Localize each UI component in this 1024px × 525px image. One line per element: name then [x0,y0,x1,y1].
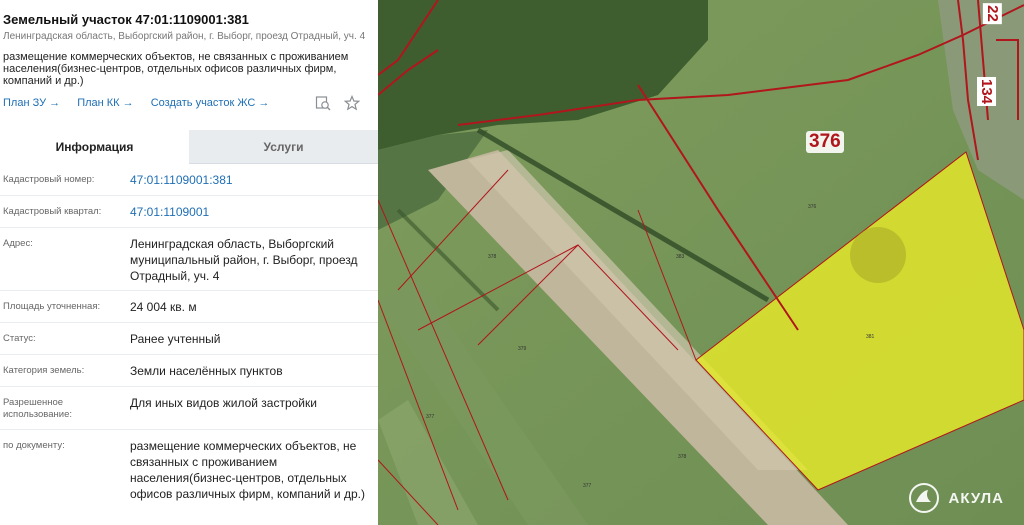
info-panel: Земельный участок 47:01:1109001:381 Лени… [0,0,379,525]
parcel-label-134: 134 [977,76,997,107]
table-row: Адрес: Ленинградская область, Выборгский… [0,228,378,291]
svg-text:381: 381 [866,334,875,340]
watermark-text: АКУЛА [948,489,1004,507]
parcel-address-short: Ленинградская область, Выборгский район,… [3,31,366,42]
svg-text:379: 379 [518,346,527,352]
row-label: по документу: [3,440,65,451]
properties-table: Кадастровый номер: 47:01:1109001:381 Кад… [0,164,378,525]
parcel-purpose: размещение коммерческих объектов, не свя… [3,51,349,87]
row-label: Кадастровый номер: [3,174,95,185]
svg-text:383: 383 [676,254,685,260]
parcel-label-22: 22 [982,3,1002,24]
table-row: Категория земель: Земли населённых пункт… [0,355,378,387]
map-search-icon[interactable] [315,95,331,111]
table-row: Площадь уточненная: 24 004 кв. м [0,291,378,323]
svg-text:378: 378 [488,254,497,260]
satellite-layer: 378 383 376 379 377 378 377 381 [378,0,1024,525]
plan-zu-link[interactable]: План ЗУ → [3,97,60,109]
svg-text:376: 376 [808,204,817,210]
tab-bar: Информация Услуги [0,130,378,164]
create-parcel-link[interactable]: Создать участок ЖС → [151,97,270,109]
row-label: Категория земель: [3,365,85,376]
parcel-label-376: 376 [806,131,844,153]
row-value: Ранее учтенный [130,332,221,346]
row-value: размещение коммерческих объектов, не свя… [130,439,365,501]
svg-text:378: 378 [678,454,687,460]
tab-services[interactable]: Услуги [189,130,378,164]
table-row: Статус: Ранее учтенный [0,323,378,355]
watermark: АКУЛА [908,483,1004,513]
cadastral-map[interactable]: 378 383 376 379 377 378 377 381 376 134 22 АК… [378,0,1024,525]
shark-logo-icon [908,483,939,513]
svg-text:377: 377 [426,414,435,420]
row-value: Земли населённых пунктов [130,364,283,378]
row-value: Ленинградская область, Выборгский муници… [130,237,358,283]
row-label: Кадастровый квартал: [3,206,102,217]
tool-icons [305,94,361,111]
table-row: по документу: размещение коммерческих об… [0,430,378,525]
star-icon[interactable] [343,94,361,111]
table-row: Кадастровый квартал: 47:01:1109001 [0,196,378,228]
row-label: Площадь уточненная: [3,301,101,312]
svg-text:377: 377 [583,483,592,489]
table-row: Кадастровый номер: 47:01:1109001:381 [0,164,378,196]
row-label: Адрес: [3,238,33,249]
row-value[interactable]: 47:01:1109001:381 [127,164,378,195]
action-links: План ЗУ → План КК → Создать участок ЖС → [0,87,378,113]
row-label: Статус: [3,333,36,344]
parcel-title: Земельный участок 47:01:1109001:381 [3,12,249,27]
row-label: Разрешенное использование: [3,397,73,420]
row-value: Для иных видов жилой застройки [130,396,317,410]
plan-kk-link[interactable]: План КК → [77,97,133,109]
table-row: Разрешенное использование: Для иных видо… [0,387,378,430]
row-value[interactable]: 47:01:1109001 [127,196,378,227]
tab-info[interactable]: Информация [0,130,189,164]
row-value: 24 004 кв. м [130,300,197,314]
